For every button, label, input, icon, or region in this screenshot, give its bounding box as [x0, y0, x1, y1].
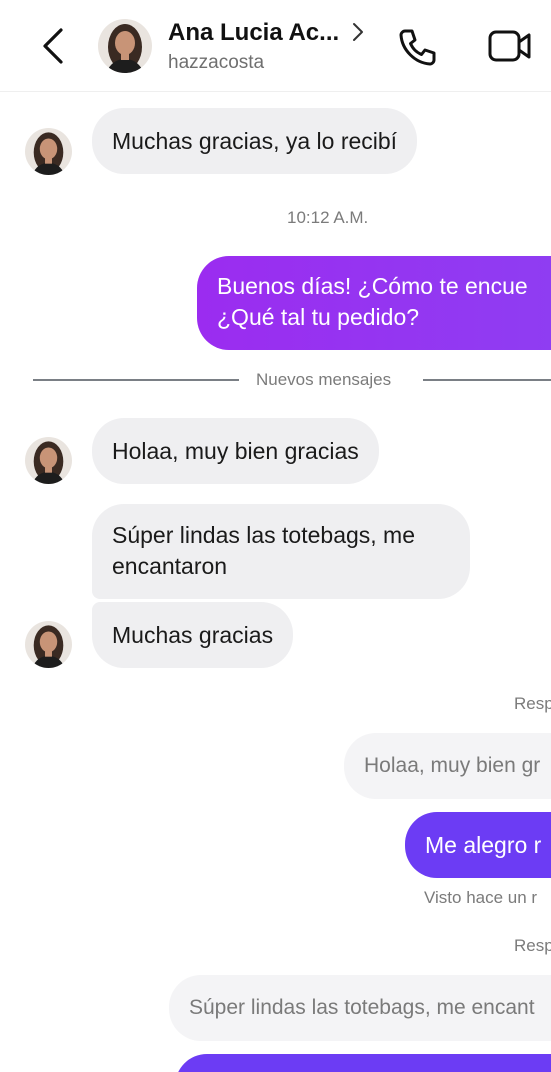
chevron-right-icon[interactable] — [352, 22, 364, 47]
reply-label: Resp — [514, 936, 551, 955]
incoming-message[interactable]: Muchas gracias, ya lo recibí — [92, 108, 418, 174]
outgoing-message[interactable]: Me alegro r — [405, 812, 551, 878]
reply-label: Resp — [514, 694, 551, 713]
incoming-message[interactable]: Muchas gracias — [92, 602, 294, 668]
outgoing-message-partial[interactable] — [175, 1054, 551, 1072]
outgoing-message[interactable]: Buenos días! ¿Cómo te encue ¿Qué tal tu … — [197, 256, 551, 350]
message-line: Buenos días! ¿Cómo te encue — [217, 273, 528, 299]
video-call-button[interactable] — [487, 27, 533, 67]
back-button[interactable] — [36, 26, 70, 66]
divider-line — [33, 379, 239, 381]
audio-call-button[interactable] — [396, 25, 440, 69]
chat-header: Ana Lucia Ac... hazzacosta — [0, 0, 551, 92]
contact-avatar-small[interactable] — [25, 437, 72, 484]
message-line: Súper lindas las totebags, me — [112, 522, 416, 548]
divider-line — [423, 379, 551, 381]
replied-message-preview[interactable]: Holaa, muy bien gr — [344, 733, 551, 799]
chevron-left-icon — [43, 28, 63, 64]
incoming-message[interactable]: Súper lindas las totebags, me encantaron — [92, 504, 470, 599]
contact-avatar[interactable] — [98, 19, 152, 73]
incoming-message[interactable]: Holaa, muy bien gracias — [92, 418, 379, 484]
message-line: encantaron — [112, 553, 228, 579]
message-timestamp: 10:12 A.M. — [287, 208, 369, 227]
contact-avatar-small[interactable] — [25, 128, 72, 175]
new-messages-divider: Nuevos mensajes — [256, 370, 392, 389]
contact-username: hazzacosta — [168, 52, 265, 73]
contact-avatar-small[interactable] — [25, 621, 72, 668]
message-line: ¿Qué tal tu pedido? — [217, 304, 420, 330]
contact-name[interactable]: Ana Lucia Ac... — [168, 19, 339, 47]
seen-status: Visto hace un r — [424, 888, 538, 907]
replied-message-preview[interactable]: Súper lindas las totebags, me encant — [169, 975, 551, 1041]
video-camera-icon — [488, 30, 531, 62]
phone-icon — [399, 29, 436, 66]
